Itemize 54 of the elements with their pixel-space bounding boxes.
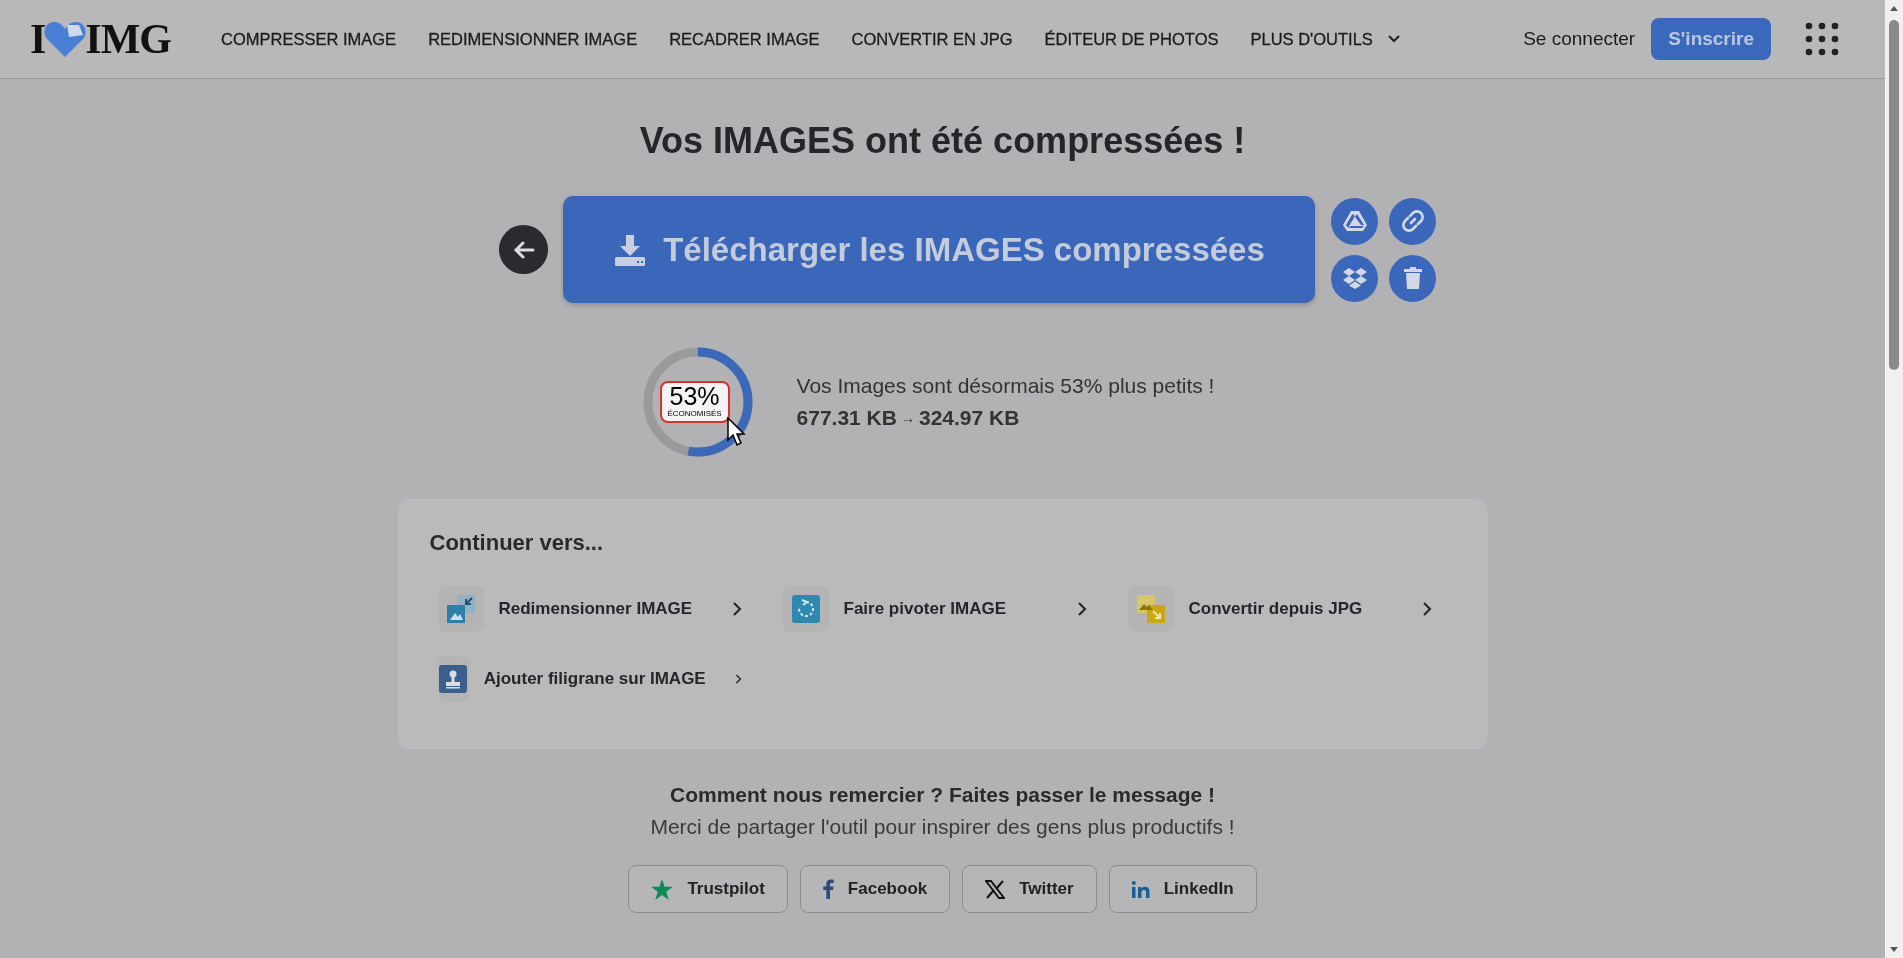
- share-subtitle: Merci de partager l'outil pour inspirer des gens plus productifs !: [650, 815, 1235, 839]
- chevron-icon: [731, 601, 742, 617]
- chevron-down-icon: [1386, 34, 1401, 44]
- tool-link[interactable]: Redimensionner IMAGE: [429, 586, 752, 632]
- scroll-up-icon[interactable]: [1889, 4, 1899, 12]
- arrow-text: →: [900, 410, 915, 426]
- savings-message: Vos Images sont désormais 53% plus petits !: [796, 374, 1215, 398]
- share-button[interactable]: LinkedIn: [1108, 865, 1257, 913]
- share-button[interactable]: Facebook: [799, 865, 951, 913]
- drive-icon: [1342, 210, 1367, 232]
- nav-link[interactable]: REDIMENSIONNER IMAGE: [428, 29, 638, 49]
- nav-link[interactable]: RECADRER IMAGE: [669, 29, 820, 49]
- dropbox-button[interactable]: [1331, 254, 1378, 302]
- tool-link[interactable]: Convertir depuis JPG: [1119, 586, 1442, 632]
- rotate-icon: [791, 595, 820, 623]
- scroll-down-icon[interactable]: [1889, 946, 1899, 954]
- original-size: 677.31 KB: [796, 406, 897, 430]
- facebook-icon: [822, 879, 834, 899]
- tool-link[interactable]: Faire pivoter IMAGE: [774, 586, 1097, 632]
- chevron-icon: [1076, 601, 1087, 617]
- back-button[interactable]: [499, 225, 548, 274]
- apps-grid-icon[interactable]: [1805, 22, 1839, 56]
- percent-caption: ÉCONOMISÉS: [667, 409, 722, 419]
- download-icon: [613, 232, 648, 267]
- chevron-icon: [1421, 601, 1432, 617]
- nav-dropdown[interactable]: PLUS D'OUTILS: [1250, 29, 1401, 49]
- nav-link[interactable]: ÉDITEUR DE PHOTOS: [1044, 29, 1219, 49]
- percent-value: 53%: [669, 383, 720, 409]
- compressed-size: 324.97 KB: [918, 406, 1020, 430]
- linkedin-icon: [1131, 880, 1150, 898]
- nav-link[interactable]: CONVERTIR EN JPG: [851, 29, 1013, 49]
- page-title: Vos IMAGES ont été compressées !: [639, 120, 1246, 162]
- trash-icon: [1403, 267, 1422, 289]
- resize-icon: [446, 595, 475, 623]
- share-button[interactable]: Twitter: [962, 865, 1097, 913]
- login-link[interactable]: Se connecter: [1523, 28, 1636, 50]
- link-button[interactable]: [1389, 197, 1436, 245]
- share-title: Comment nous remercier ? Faites passer le message !: [669, 783, 1216, 807]
- stamp-icon: [439, 665, 468, 693]
- share-button[interactable]: Trustpilot: [628, 865, 788, 913]
- convert-icon: [1136, 595, 1165, 623]
- scrollbar[interactable]: [1885, 0, 1903, 958]
- logo[interactable]: I IMG: [30, 15, 171, 63]
- scrollbar-thumb[interactable]: [1889, 20, 1899, 370]
- nav-link[interactable]: COMPRESSER IMAGE: [221, 29, 397, 49]
- continue-title: Continuer vers...: [429, 530, 605, 556]
- x-logo-icon: [985, 879, 1006, 899]
- arrow-left-icon: [512, 239, 535, 260]
- dropbox-icon: [1342, 267, 1367, 289]
- delete-button[interactable]: [1389, 254, 1436, 302]
- link-icon: [1400, 209, 1425, 233]
- tool-link[interactable]: Ajouter filigrane sur IMAGE: [429, 656, 752, 702]
- star-icon: [651, 878, 674, 900]
- cloud-drive-button[interactable]: [1331, 197, 1378, 245]
